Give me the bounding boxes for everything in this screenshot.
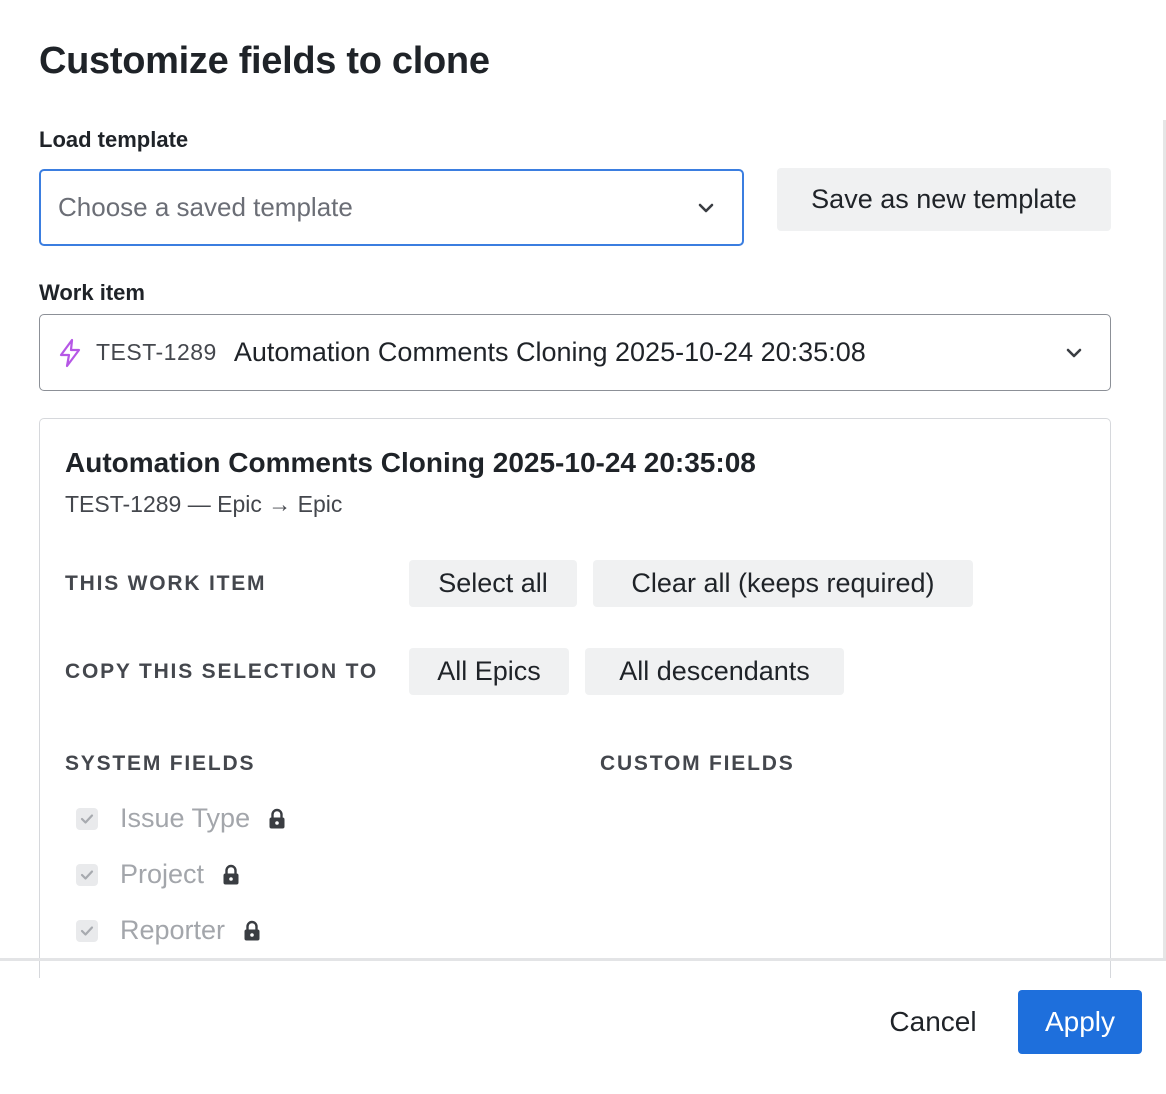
field-label: Reporter bbox=[120, 915, 226, 945]
footer-divider bbox=[0, 958, 1166, 961]
cancel-button[interactable]: Cancel bbox=[870, 991, 996, 1053]
lock-icon bbox=[222, 864, 240, 886]
lock-icon bbox=[243, 920, 261, 942]
checkbox-disabled bbox=[76, 863, 98, 886]
panel-subtitle: TEST-1289 — Epic → Epic bbox=[65, 491, 343, 517]
this-work-item-label: THIS WORK ITEM bbox=[65, 572, 267, 595]
template-select[interactable]: Choose a saved template bbox=[39, 169, 744, 246]
work-item-label: Work item bbox=[39, 280, 145, 305]
chevron-down-icon bbox=[1064, 343, 1084, 363]
panel-title: Automation Comments Cloning 2025-10-24 2… bbox=[65, 447, 756, 478]
field-label: Issue Type bbox=[120, 803, 251, 833]
system-fields-label: SYSTEM FIELDS bbox=[65, 752, 256, 775]
save-as-new-template-button[interactable]: Save as new template bbox=[777, 168, 1111, 231]
all-descendants-button[interactable]: All descendants bbox=[585, 648, 844, 695]
lightning-bolt-icon bbox=[58, 338, 82, 368]
system-field-reporter: Reporter bbox=[76, 915, 261, 946]
chevron-down-icon bbox=[696, 198, 716, 218]
lock-icon bbox=[268, 808, 286, 830]
work-item-name: Automation Comments Cloning 2025-10-24 2… bbox=[233, 337, 866, 367]
checkbox-disabled bbox=[76, 919, 98, 942]
field-label: Project bbox=[120, 859, 205, 889]
custom-fields-label: CUSTOM FIELDS bbox=[600, 752, 795, 775]
work-item-key: TEST-1289 bbox=[96, 339, 217, 365]
customize-fields-dialog: Customize fields to clone Load template … bbox=[0, 0, 1166, 1094]
system-field-project: Project bbox=[76, 859, 240, 890]
fields-panel: Automation Comments Cloning 2025-10-24 2… bbox=[39, 418, 1111, 978]
clear-all-button[interactable]: Clear all (keeps required) bbox=[593, 560, 973, 607]
system-field-issue-type: Issue Type bbox=[76, 803, 286, 834]
copy-selection-label: COPY THIS SELECTION TO bbox=[65, 660, 379, 683]
template-select-placeholder: Choose a saved template bbox=[58, 192, 353, 222]
select-all-button[interactable]: Select all bbox=[409, 560, 577, 607]
apply-button[interactable]: Apply bbox=[1018, 990, 1142, 1054]
dialog-title: Customize fields to clone bbox=[39, 40, 490, 82]
work-item-select[interactable]: TEST-1289 Automation Comments Cloning 20… bbox=[39, 314, 1111, 391]
all-epics-button[interactable]: All Epics bbox=[409, 648, 569, 695]
load-template-label: Load template bbox=[39, 127, 189, 152]
checkbox-disabled bbox=[76, 807, 98, 830]
